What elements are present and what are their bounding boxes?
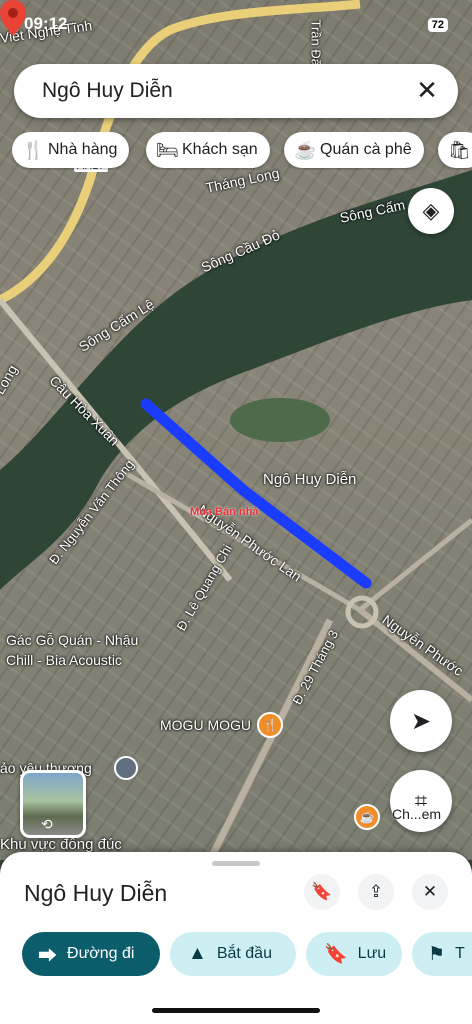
lens-button[interactable]: ⌗ xyxy=(390,770,452,832)
more-button[interactable]: ⚑ T xyxy=(412,932,472,976)
chip-hotel[interactable]: 🛏 Khách sạn xyxy=(146,132,270,168)
save-icon-button[interactable]: 🔖 xyxy=(304,874,340,910)
directions-icon: ⮕ xyxy=(38,945,58,967)
start-button[interactable]: ▲ Bắt đầu xyxy=(170,932,296,976)
hotel-icon: 🛏 xyxy=(156,139,179,160)
pin-label: Ngô Huy Diễn xyxy=(263,471,357,488)
chip-coffee[interactable]: ☕ Quán cà phê xyxy=(284,132,424,168)
category-chips: 🍴 Nhà hàng 🛏 Khách sạn ☕ Quán cà phê 🛍 xyxy=(12,132,472,170)
close-icon[interactable]: ✕ xyxy=(412,75,442,105)
label-khu-vuc: Khu vực đông đúc xyxy=(0,836,122,853)
restaurant-pin-icon: 🍴 xyxy=(257,712,283,738)
close-icon: ✕ xyxy=(422,882,438,901)
bookmark-icon: 🔖 xyxy=(324,944,348,965)
coffee-icon: ☕ xyxy=(294,139,317,160)
directions-label: Đường đi xyxy=(67,945,135,962)
chip-coffee-label: Quán cà phê xyxy=(320,141,412,158)
chip-restaurant-label: Nhà hàng xyxy=(48,141,118,158)
street-view-icon: ⟲ xyxy=(41,816,53,832)
more-label: T xyxy=(455,945,465,962)
search-bar[interactable]: Ngô Huy Diễn ✕ xyxy=(14,64,458,118)
share-icon: ⇪ xyxy=(368,882,384,901)
restaurant-icon: 🍴 xyxy=(22,139,45,160)
start-label: Bắt đầu xyxy=(216,945,272,962)
pond xyxy=(230,398,330,442)
layers-button[interactable]: ◈ xyxy=(408,188,454,234)
poi-mogu-label: MOGU MOGU xyxy=(160,717,251,733)
navigation-arrow-icon: ➤ xyxy=(410,707,432,735)
street-view-thumbnail[interactable]: ⟲ xyxy=(20,770,86,838)
coffee-pin-icon: ☕ xyxy=(354,804,380,830)
poi-mogu[interactable]: MOGU MOGU 🍴 xyxy=(160,712,283,738)
navigate-icon: ▲ xyxy=(188,943,207,964)
battery-icon: 72 xyxy=(427,18,448,32)
save-button[interactable]: 🔖 Lưu xyxy=(306,932,402,976)
share-button[interactable]: ⇪ xyxy=(358,874,394,910)
search-query[interactable]: Ngô Huy Diễn xyxy=(42,79,173,103)
bookmark-icon: 🔖 xyxy=(311,882,333,901)
chip-shopping[interactable]: 🛍 xyxy=(438,132,472,168)
my-location-button[interactable]: ➤ xyxy=(390,690,452,752)
map-view[interactable]: Viết Nghệ Tĩnh Trần Đăn AH17 Tháng Long … xyxy=(0,0,472,860)
transit-icon xyxy=(114,756,138,780)
road-north xyxy=(358,518,472,612)
close-sheet-button[interactable]: ✕ xyxy=(412,874,448,910)
drag-handle[interactable] xyxy=(212,861,260,866)
chip-hotel-label: Khách sạn xyxy=(182,141,258,158)
shopping-icon: 🛍 xyxy=(448,139,471,160)
transit-marker xyxy=(114,756,138,780)
chip-restaurant[interactable]: 🍴 Nhà hàng xyxy=(12,132,130,168)
place-title: Ngô Huy Diễn xyxy=(24,880,168,906)
watermark-logo: Mua Bán nhà xyxy=(190,506,259,518)
save-label: Lưu xyxy=(357,945,387,962)
flag-icon: ⚑ xyxy=(428,943,446,965)
status-time: 09:12 xyxy=(24,14,68,33)
poi-coffee[interactable]: ☕ xyxy=(354,804,380,830)
poi-gac-go[interactable]: Gác Gỗ Quán - Nhậu Chill - Bia Acoustic xyxy=(6,630,156,670)
poi-coffee-label[interactable]: Ch...em xyxy=(392,806,441,822)
place-sheet[interactable]: Ngô Huy Diễn 🔖 ⇪ ✕ ⮕ Đường đi ▲ Bắt đầu … xyxy=(0,852,472,1024)
road-east xyxy=(358,607,472,703)
status-bar: 09:12 72 xyxy=(0,0,472,40)
directions-button[interactable]: ⮕ Đường đi xyxy=(22,932,160,976)
layers-icon: ◈ xyxy=(422,198,440,223)
home-indicator[interactable] xyxy=(152,1008,320,1013)
